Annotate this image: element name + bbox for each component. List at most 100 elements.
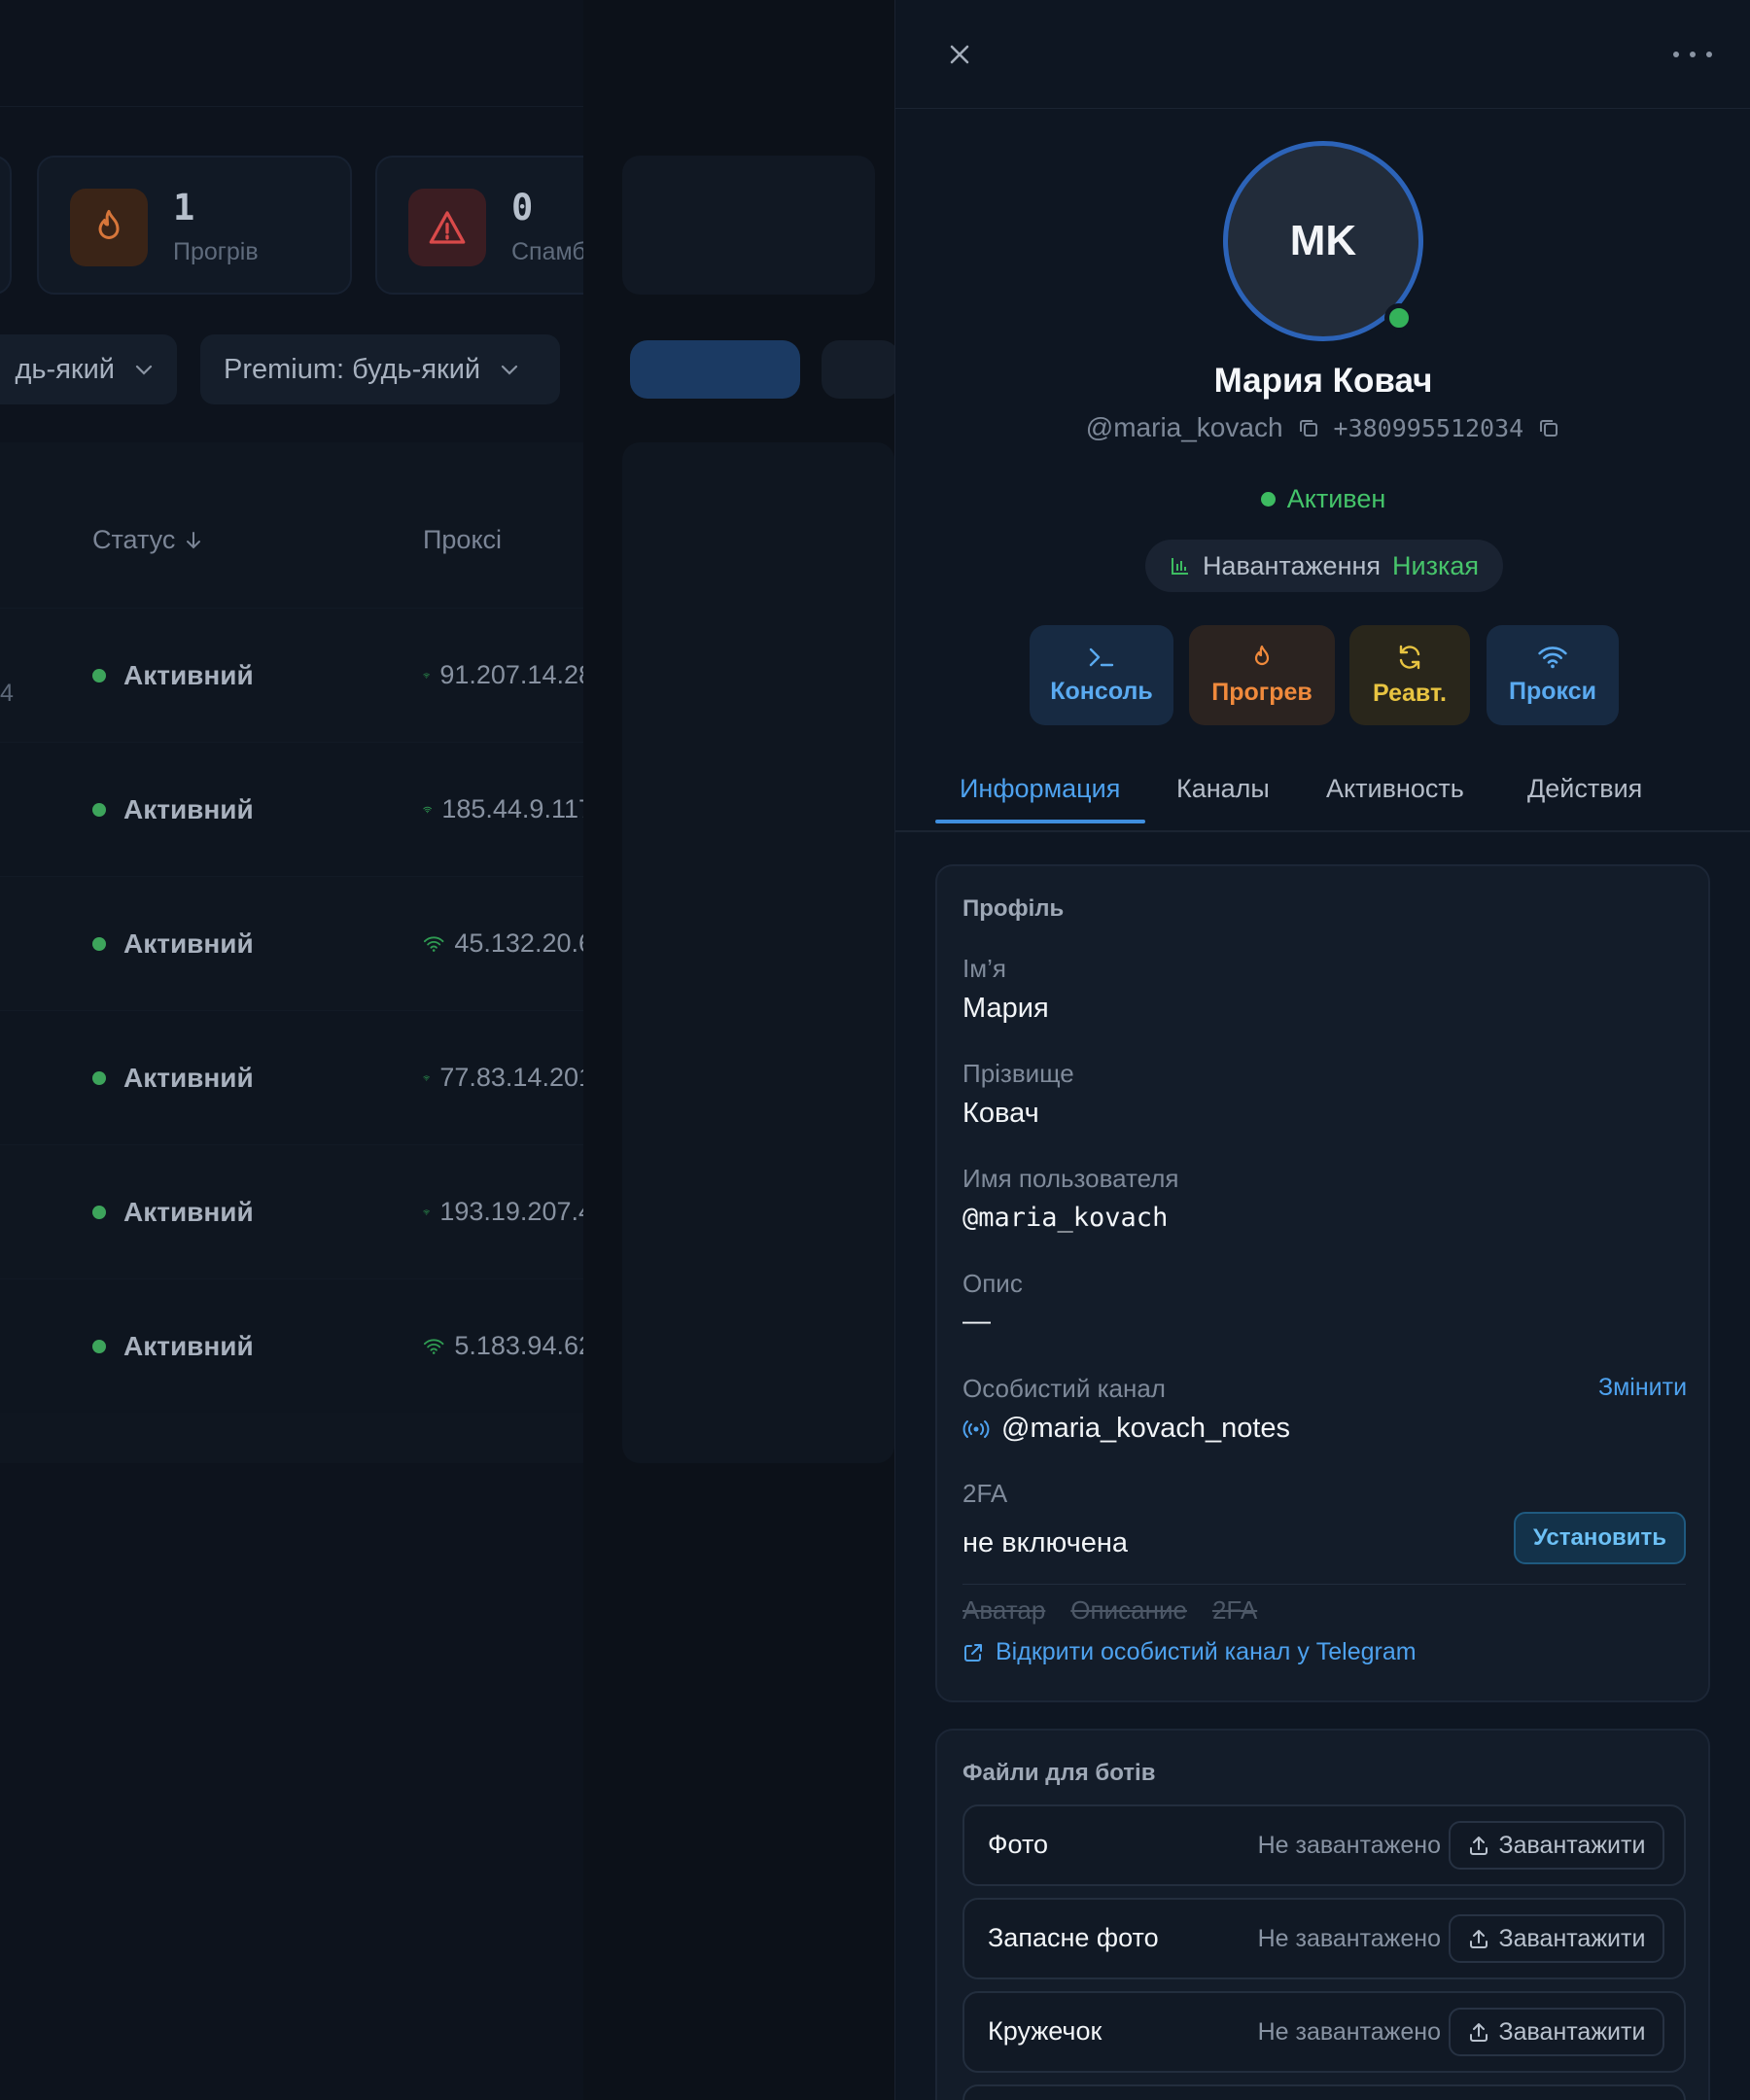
status-dot xyxy=(92,937,106,951)
file-row-backup-photo: Запасне фото Не завантажено Завантажити xyxy=(962,1898,1686,1979)
copy-icon[interactable] xyxy=(1537,416,1560,439)
upload-button[interactable]: Завантажити xyxy=(1449,1821,1664,1870)
row-status: Активний xyxy=(123,928,254,959)
upload-label: Завантажити xyxy=(1498,2017,1646,2046)
column-header-label: Статус xyxy=(92,525,176,554)
setup-twofa-button[interactable]: Установить xyxy=(1514,1512,1686,1564)
stat-value: 0 xyxy=(511,187,534,228)
upload-icon xyxy=(1469,1837,1488,1855)
action-label: Консоль xyxy=(1050,678,1153,705)
flame-icon xyxy=(70,189,148,266)
row-status: Активний xyxy=(123,660,254,690)
sort-down-icon xyxy=(187,531,201,548)
file-row-partial xyxy=(962,2084,1686,2100)
status-dot xyxy=(92,803,106,817)
file-row-video-note: Кружечок Не завантажено Завантажити xyxy=(962,1991,1686,2073)
upload-button[interactable]: Завантажити xyxy=(1449,1914,1664,1963)
table-row[interactable]: Активний 5.183.94.62 xyxy=(0,1278,593,1413)
active-tab-indicator xyxy=(935,820,1145,823)
missing-item: Аватар xyxy=(962,1595,1046,1625)
copy-icon[interactable] xyxy=(1297,416,1320,439)
wifi-icon xyxy=(1538,647,1567,669)
load-label: Навантаження xyxy=(1202,550,1382,580)
more-dot-icon xyxy=(1673,52,1679,57)
tab-information[interactable]: Информация xyxy=(960,774,1120,804)
row-status: Активний xyxy=(123,794,254,824)
column-header-status[interactable]: Статус xyxy=(92,525,202,555)
table-row[interactable]: 4 Активний 91.207.14.28 xyxy=(0,608,593,742)
wifi-icon xyxy=(423,1074,431,1081)
upload-button[interactable]: Завантажити xyxy=(1449,2008,1664,2056)
action-label: Реавт. xyxy=(1373,680,1447,707)
open-channel-telegram-link[interactable]: Відкрити особистий канал у Telegram xyxy=(962,1638,1417,1666)
chevron-down-icon xyxy=(135,365,153,375)
filter-label: Premium: будь-який xyxy=(224,353,481,385)
table-row[interactable]: Активний 185.44.9.117 xyxy=(0,742,593,876)
row-proxy: 77.83.14.201 xyxy=(439,1063,593,1092)
tab-channels[interactable]: Каналы xyxy=(1176,774,1270,804)
blurred-button xyxy=(822,340,894,399)
profile-card: Профіль Ім’я Мария Прізвище Ковач Имя по… xyxy=(935,864,1710,1702)
filter-premium[interactable]: Premium: будь-який xyxy=(200,334,560,404)
file-name: Фото xyxy=(988,1830,1049,1859)
personal-channel-value: @maria_kovach_notes xyxy=(962,1413,1290,1445)
filter-dropdown-partial[interactable]: дь-який xyxy=(0,334,177,404)
stat-value: 1 xyxy=(173,187,195,228)
status-dot xyxy=(92,1206,106,1219)
account-phone: +380995512034 xyxy=(1333,413,1524,442)
proxy-button[interactable]: Прокси xyxy=(1487,625,1619,725)
status-dot xyxy=(1260,492,1276,507)
reauth-button[interactable]: Реавт. xyxy=(1349,625,1470,725)
blurred-background-column xyxy=(583,0,894,2100)
personal-channel-label: Особистий канал xyxy=(962,1374,1166,1403)
file-state: Не завантажено xyxy=(1257,1832,1441,1859)
action-label: Прокси xyxy=(1509,678,1596,705)
panel-header xyxy=(895,0,1750,109)
filter-label: дь-який xyxy=(15,353,115,385)
close-button[interactable] xyxy=(944,39,975,70)
table-row[interactable]: Активний 45.132.20.6 xyxy=(0,876,593,1010)
tab-actions[interactable]: Действия xyxy=(1527,774,1642,804)
channel-handle: @maria_kovach_notes xyxy=(1001,1413,1291,1444)
action-label: Прогрев xyxy=(1211,679,1312,706)
row-proxy: 45.132.20.6 xyxy=(454,928,593,958)
file-state: Не завантажено xyxy=(1257,1925,1441,1952)
column-header-proxy[interactable]: Проксі xyxy=(423,525,502,555)
file-row-photo: Фото Не завантажено Завантажити xyxy=(962,1804,1686,1886)
bar-chart-icon xyxy=(1171,558,1188,575)
status-dot xyxy=(92,1071,106,1085)
wifi-icon xyxy=(423,1338,444,1354)
tab-activity[interactable]: Активность xyxy=(1326,774,1464,804)
card-title: Профіль xyxy=(962,895,1065,922)
status-dot xyxy=(92,1340,106,1353)
upload-label: Завантажити xyxy=(1498,1831,1646,1859)
status-badge: Активен xyxy=(895,484,1750,514)
row-status: Активний xyxy=(123,1063,254,1093)
row-proxy: 193.19.207.4 xyxy=(439,1197,593,1226)
blurred-stat-card xyxy=(622,156,875,295)
status-text: Активен xyxy=(1286,484,1386,513)
status-dot xyxy=(92,669,106,682)
load-value: Низкая xyxy=(1392,550,1480,580)
console-button[interactable]: Консоль xyxy=(1030,625,1173,725)
blurred-button xyxy=(630,340,800,399)
change-channel-link[interactable]: Змінити xyxy=(1598,1374,1687,1402)
divider xyxy=(962,1584,1686,1585)
row-proxy: 5.183.94.62 xyxy=(454,1331,593,1360)
row-proxy: 91.207.14.28 xyxy=(439,660,593,689)
more-dot-icon xyxy=(1706,52,1712,57)
table-row[interactable]: Активний 193.19.207.4 xyxy=(0,1144,593,1278)
warmup-button[interactable]: Прогрев xyxy=(1189,625,1335,725)
description-label: Опис xyxy=(962,1269,1023,1298)
stat-card-warmup: 1 Прогрів xyxy=(37,156,352,295)
file-name: Кружечок xyxy=(988,2016,1102,2046)
refresh-icon xyxy=(1399,645,1420,670)
table-row[interactable]: Активний 77.83.14.201 xyxy=(0,1010,593,1144)
background-app: 1 Прогрів 0 Спамбл дь-який Premium: будь… xyxy=(0,0,894,2100)
more-options-button[interactable] xyxy=(1673,39,1712,70)
stat-label: Прогрів xyxy=(173,238,259,265)
wifi-icon xyxy=(423,672,431,679)
warning-icon xyxy=(408,189,486,266)
blurred-table xyxy=(622,442,894,1463)
missing-item: Описание xyxy=(1070,1595,1187,1625)
